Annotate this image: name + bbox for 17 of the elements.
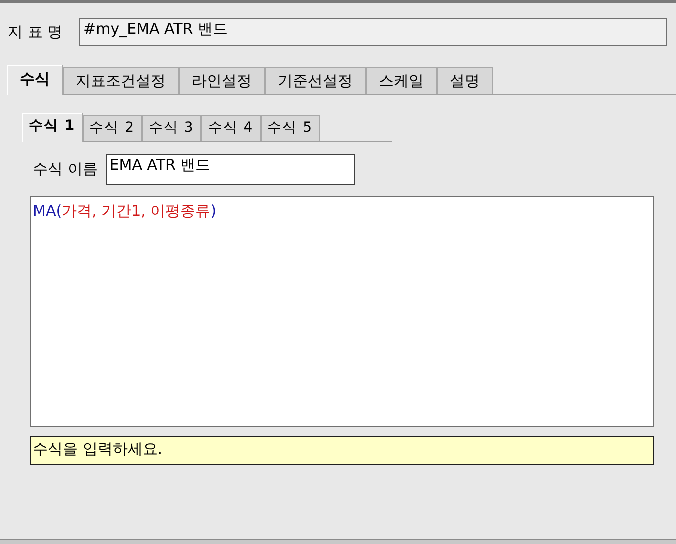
indicator-name-field[interactable]: #my_EMA ATR 밴드 [78,18,667,46]
tab[interactable]: 수식 3 [142,115,202,141]
tab[interactable]: 스케일 [366,67,437,94]
tab[interactable]: 수식 5 [260,115,320,141]
formula-editor[interactable]: MA(가격, 기간1, 이평종류) [30,196,654,427]
indicator-name-label: 지 표 명 [8,22,63,42]
tab[interactable]: 수식 1 [22,113,83,142]
tab[interactable]: 수식 2 [82,115,142,141]
tab[interactable]: 설명 [437,67,493,94]
formula-name-field[interactable]: EMA ATR 밴드 [106,154,355,185]
tab[interactable]: 지표조건설정 [63,67,179,94]
hint-message: 수식을 입력하세요. [30,436,654,465]
tab[interactable]: 수식 [7,65,63,95]
tab[interactable]: 라인설정 [179,67,265,94]
tab[interactable]: 수식 4 [201,115,261,141]
tab[interactable]: 기준선설정 [265,67,366,94]
formula-name-label: 수식 이름 [33,160,98,179]
